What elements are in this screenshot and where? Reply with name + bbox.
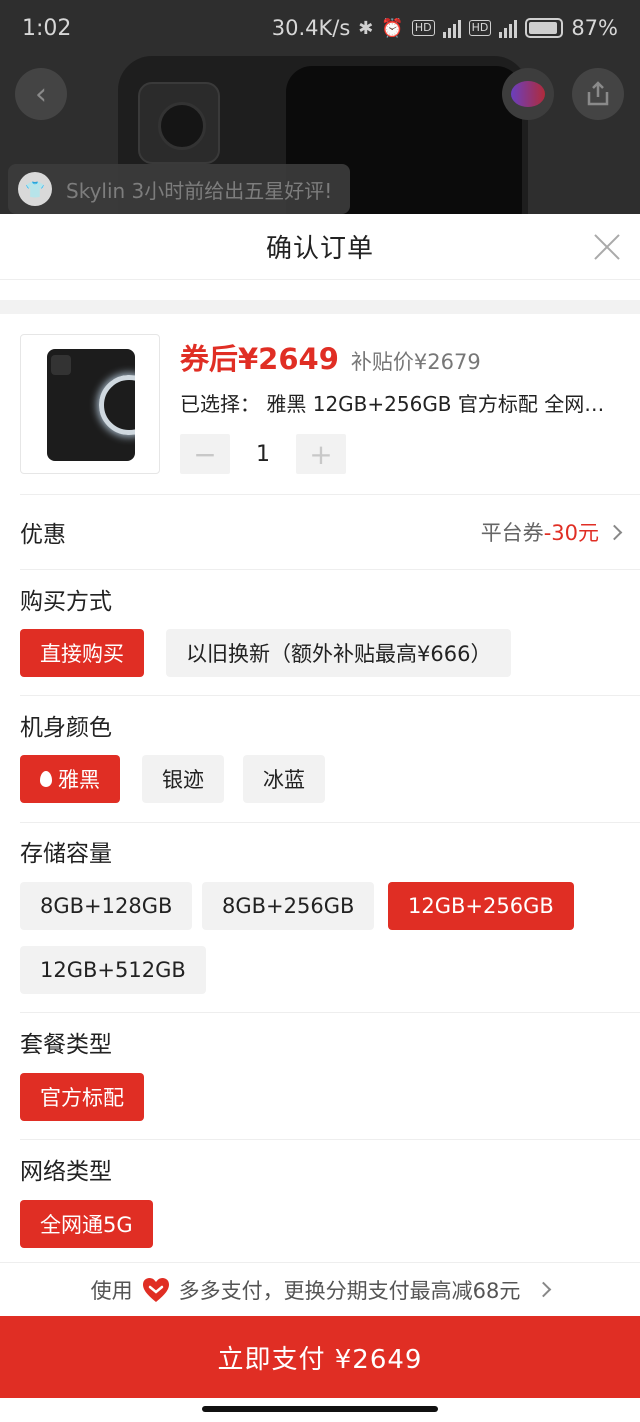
promo-text: 多多支付，更换分期支付最高减68元 <box>178 1278 521 1303</box>
storage-title: 存储容量 <box>20 841 112 867</box>
bluetooth-icon: ✱ <box>358 17 374 39</box>
back-button[interactable]: ‹ <box>15 68 67 120</box>
divider <box>0 300 640 314</box>
quantity-value[interactable]: 1 <box>230 442 296 467</box>
divider <box>20 695 640 696</box>
close-icon[interactable] <box>592 232 622 262</box>
option-color-blue[interactable]: 冰蓝 <box>243 755 325 803</box>
background-product-page: 1:02 30.4K/s ✱ ⏰ HD HD 87% ‹ 👕 Skylin 3小… <box>0 0 640 214</box>
net-speed: 30.4K/s <box>271 16 351 40</box>
option-trade-in[interactable]: 以旧换新（额外补贴最高¥666） <box>166 629 512 677</box>
option-direct-buy[interactable]: 直接购买 <box>20 629 144 677</box>
installment-promo[interactable]: 使用 多多支付，更换分期支付最高减68元 <box>0 1262 640 1316</box>
signal-icon-2 <box>499 18 518 38</box>
coupon-prefix: 平台券 <box>480 521 544 545</box>
chevron-right-icon <box>536 1281 552 1298</box>
review-toast: 👕 Skylin 3小时前给出五星好评! <box>8 164 351 214</box>
chevron-right-icon <box>606 524 623 540</box>
back-arrow-icon: ‹ <box>35 76 47 112</box>
home-indicator[interactable] <box>202 1406 438 1412</box>
coupon-amount: -30元 <box>543 521 599 545</box>
status-bar: 1:02 30.4K/s ✱ ⏰ HD HD 87% <box>0 0 640 56</box>
option-color-black[interactable]: 雅黑 <box>20 755 120 803</box>
status-time: 1:02 <box>22 15 72 41</box>
product-thumbnail[interactable] <box>20 334 160 474</box>
camera-module <box>138 82 220 164</box>
quantity-stepper: − 1 + <box>180 434 346 474</box>
product-summary: 券后¥2649 补贴价¥2679 已选择： 雅黑 12GB+256GB 官方标配… <box>20 334 620 474</box>
sheet-title: 确认订单 <box>265 234 374 264</box>
flame-icon <box>40 771 52 787</box>
color-title: 机身颜色 <box>20 715 112 741</box>
alarm-icon: ⏰ <box>381 17 404 39</box>
price-after-coupon: 券后¥2649 <box>180 342 339 376</box>
package-title: 套餐类型 <box>20 1032 112 1058</box>
option-storage-12-256[interactable]: 12GB+256GB <box>388 882 574 930</box>
promo-prefix: 使用 <box>90 1278 133 1303</box>
battery-level: 87% <box>571 16 618 40</box>
network-title: 网络类型 <box>20 1159 112 1185</box>
confirm-order-sheet: 确认订单 券后¥2649 补贴价¥2679 已选择： 雅黑 12GB+256GB… <box>0 214 640 1422</box>
hd-badge: HD <box>411 20 435 36</box>
option-color-black-label: 雅黑 <box>58 768 100 792</box>
heart-pay-icon <box>142 1277 169 1302</box>
pay-now-button[interactable]: 立即支付 ¥2649 <box>0 1316 640 1398</box>
purchase-method-title: 购买方式 <box>20 589 112 615</box>
divider <box>20 1012 640 1013</box>
option-storage-8-128[interactable]: 8GB+128GB <box>20 882 193 930</box>
divider <box>20 1139 640 1140</box>
avatar: 👕 <box>18 172 52 206</box>
share-button[interactable] <box>572 68 624 120</box>
divider <box>20 569 640 570</box>
signal-icon <box>442 18 461 38</box>
coupon-value: 平台券 -30元 <box>480 517 623 547</box>
option-network-5g[interactable]: 全网通5G <box>20 1200 153 1248</box>
pdd-logo-icon <box>511 81 545 107</box>
pdd-logo-button[interactable] <box>502 68 554 120</box>
coupon-label: 优惠 <box>20 522 66 548</box>
increase-button[interactable]: + <box>296 434 346 474</box>
option-color-silver[interactable]: 银迹 <box>142 755 224 803</box>
divider <box>20 822 640 823</box>
option-storage-8-256[interactable]: 8GB+256GB <box>202 882 375 930</box>
coupon-row[interactable]: 优惠 平台券 -30元 <box>20 496 623 568</box>
selected-spec: 已选择： 雅黑 12GB+256GB 官方标配 全网通5G <box>180 392 620 416</box>
option-package-official[interactable]: 官方标配 <box>20 1073 144 1121</box>
subsidy-price: 补贴价¥2679 <box>350 350 481 374</box>
price-row: 券后¥2649 补贴价¥2679 <box>180 336 481 378</box>
hd-badge-2: HD <box>468 20 492 36</box>
phone-image <box>47 349 135 461</box>
review-toast-text: Skylin 3小时前给出五星好评! <box>66 178 333 203</box>
battery-icon <box>525 18 564 38</box>
sheet-header: 确认订单 <box>0 214 640 280</box>
divider <box>20 494 640 495</box>
share-icon <box>587 81 609 106</box>
decrease-button[interactable]: − <box>180 434 230 474</box>
option-storage-12-512[interactable]: 12GB+512GB <box>20 946 206 994</box>
